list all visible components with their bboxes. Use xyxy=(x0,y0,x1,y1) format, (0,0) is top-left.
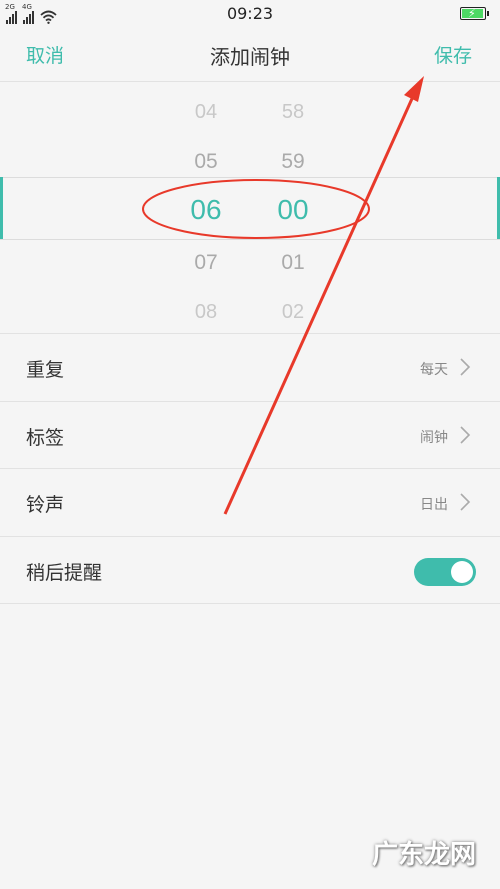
minute-option[interactable]: 58 xyxy=(253,101,333,124)
hour-option[interactable]: 04 xyxy=(166,101,246,124)
chevron-right-icon xyxy=(460,493,471,511)
minute-option[interactable]: 59 xyxy=(253,150,333,174)
alarm-settings-list: 重复 每天 标签 闹钟 铃声 日出 稍后提醒 xyxy=(0,333,500,604)
minute-option[interactable]: 02 xyxy=(253,301,333,324)
toggle-knob xyxy=(451,560,473,583)
ringtone-label: 铃声 xyxy=(26,494,65,516)
hour-option[interactable]: 05 xyxy=(166,150,246,174)
repeat-value: 每天 xyxy=(420,362,448,378)
chevron-right-icon xyxy=(460,425,471,444)
time-picker[interactable]: 04 05 06 07 08 58 59 00 01 02 xyxy=(0,83,500,333)
watermark: 广东龙网 xyxy=(371,840,476,870)
tag-row[interactable]: 标签 闹钟 xyxy=(0,402,500,469)
tag-value: 闹钟 xyxy=(420,429,448,446)
status-time: 09:23 xyxy=(226,4,274,23)
snooze-toggle[interactable] xyxy=(414,557,476,586)
app-header: 取消 添加闹钟 保存 xyxy=(0,28,500,82)
ringtone-value: 日出 xyxy=(420,497,448,513)
status-bar: 2G 4G 09:23 ⚡ xyxy=(0,0,500,28)
picker-accent-left xyxy=(0,177,3,239)
selected-hour[interactable]: 06 xyxy=(166,194,246,226)
tag-label: 标签 xyxy=(26,426,65,449)
picker-selection-top-divider xyxy=(0,177,500,178)
hour-option[interactable]: 07 xyxy=(166,251,246,275)
chevron-right-icon xyxy=(460,358,471,376)
selected-minute[interactable]: 00 xyxy=(253,194,333,226)
minute-option[interactable]: 01 xyxy=(253,251,333,275)
repeat-row[interactable]: 重复 每天 xyxy=(0,334,500,402)
battery-icon: ⚡ xyxy=(460,7,489,20)
snooze-label: 稍后提醒 xyxy=(26,561,103,584)
save-button[interactable]: 保存 xyxy=(434,41,472,68)
picker-selection-bottom-divider xyxy=(0,239,500,240)
page-title: 添加闹钟 xyxy=(210,45,290,69)
charging-icon: ⚡ xyxy=(468,7,476,20)
ringtone-row[interactable]: 铃声 日出 xyxy=(0,469,500,537)
hour-option[interactable]: 08 xyxy=(166,301,246,324)
snooze-row: 稍后提醒 xyxy=(0,537,500,604)
repeat-label: 重复 xyxy=(26,359,65,381)
